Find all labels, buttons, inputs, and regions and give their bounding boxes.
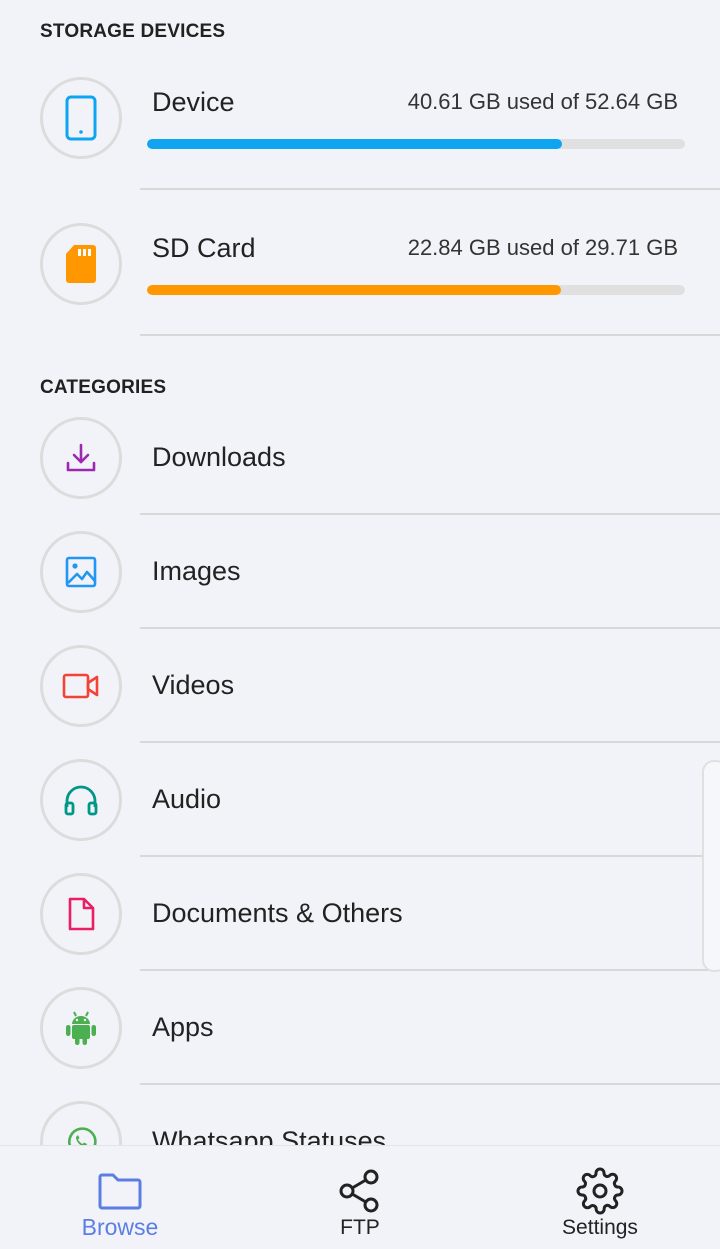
documents-icon-circle (40, 873, 122, 955)
images-icon-circle (40, 531, 122, 613)
category-row-images[interactable]: Images (0, 515, 720, 627)
category-row-downloads[interactable]: Downloads (0, 401, 720, 513)
document-icon (68, 897, 95, 931)
phone-icon (65, 95, 97, 141)
image-icon (65, 556, 97, 588)
storage-sd-card-label: SD Card (152, 233, 256, 263)
category-label: Audio (152, 784, 222, 814)
audio-icon-circle (40, 759, 122, 841)
category-row-videos[interactable]: Videos (0, 629, 720, 741)
storage-sd-card-progress-fill (147, 285, 561, 295)
storage-sd-card-progress (147, 285, 685, 295)
nav-settings[interactable]: Settings (480, 1146, 720, 1249)
apps-icon-circle (40, 987, 122, 1069)
folder-icon (98, 1173, 142, 1210)
nav-ftp[interactable]: FTP (240, 1146, 480, 1249)
fast-scroll-handle[interactable] (702, 760, 720, 972)
nav-ftp-label: FTP (340, 1216, 380, 1239)
nav-settings-label: Settings (562, 1216, 638, 1239)
categories-section-title: CATEGORIES (40, 377, 167, 398)
storage-row-sd-card[interactable]: SD Card 22.84 GB used of 29.71 GB (0, 206, 720, 334)
category-label: Downloads (152, 442, 286, 472)
storage-sd-card-usage: 22.84 GB used of 29.71 GB (407, 235, 678, 260)
category-label: Images (152, 556, 241, 586)
storage-device-progress (147, 139, 685, 149)
sd-card-icon (66, 245, 96, 283)
storage-device-label: Device (152, 87, 235, 117)
category-label: Documents & Others (152, 898, 403, 928)
divider (140, 334, 720, 336)
storage-row-device[interactable]: Device 40.61 GB used of 52.64 GB (0, 60, 720, 188)
storage-section-title: STORAGE DEVICES (40, 21, 226, 42)
category-label: Apps (152, 1012, 214, 1042)
category-row-audio[interactable]: Audio (0, 743, 720, 855)
storage-device-progress-fill (147, 139, 563, 149)
android-icon (66, 1011, 96, 1045)
headphones-icon (64, 785, 98, 816)
divider (140, 188, 720, 190)
device-icon-circle (40, 77, 122, 159)
storage-device-usage: 40.61 GB used of 52.64 GB (407, 89, 678, 114)
share-icon (339, 1169, 379, 1213)
gear-icon (576, 1167, 624, 1215)
nav-browse[interactable]: Browse (0, 1146, 240, 1249)
video-camera-icon (62, 673, 99, 699)
category-label: Videos (152, 670, 235, 700)
bottom-navigation: Browse FTP Settings (0, 1145, 720, 1249)
videos-icon-circle (40, 645, 122, 727)
nav-browse-label: Browse (81, 1214, 159, 1240)
download-icon (66, 443, 96, 472)
sd-card-icon-circle (40, 223, 122, 305)
downloads-icon-circle (40, 417, 122, 499)
category-row-apps[interactable]: Apps (0, 971, 720, 1083)
category-row-documents[interactable]: Documents & Others (0, 857, 720, 969)
